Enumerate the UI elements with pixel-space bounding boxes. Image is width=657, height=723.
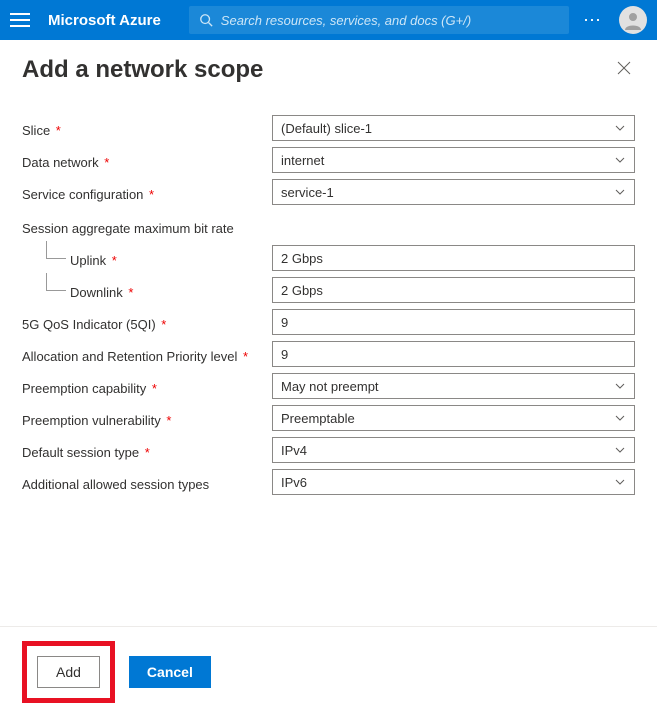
- chevron-down-icon: [614, 412, 626, 424]
- qos-indicator-label: 5G QoS Indicator (5QI) *: [22, 313, 272, 332]
- arp-level-label: Allocation and Retention Priority level …: [22, 345, 272, 364]
- uplink-label: Uplink *: [22, 249, 272, 268]
- preemption-capability-select[interactable]: May not preempt: [272, 373, 635, 399]
- default-session-type-select[interactable]: IPv4: [272, 437, 635, 463]
- brand-label[interactable]: Microsoft Azure: [48, 12, 161, 29]
- chevron-down-icon: [614, 122, 626, 134]
- chevron-down-icon: [614, 154, 626, 166]
- downlink-label: Downlink *: [22, 281, 272, 300]
- more-menu-icon[interactable]: ⋯: [583, 10, 603, 31]
- preemption-vulnerability-label: Preemption vulnerability *: [22, 409, 272, 428]
- user-icon: [623, 10, 643, 30]
- data-network-label: Data network *: [22, 151, 272, 170]
- service-configuration-select[interactable]: service-1: [272, 179, 635, 205]
- search-icon: [199, 13, 213, 27]
- chevron-down-icon: [614, 476, 626, 488]
- service-configuration-label: Service configuration *: [22, 183, 272, 202]
- chevron-down-icon: [614, 186, 626, 198]
- network-scope-form: Slice * (Default) slice-1 Data network *…: [22, 114, 635, 496]
- footer-actions: Add Cancel: [0, 626, 657, 723]
- preemption-capability-label: Preemption capability *: [22, 377, 272, 396]
- slice-label: Slice *: [22, 119, 272, 138]
- arp-level-input[interactable]: 9: [272, 341, 635, 367]
- uplink-input[interactable]: 2 Gbps: [272, 245, 635, 271]
- chevron-down-icon: [614, 444, 626, 456]
- preemption-vulnerability-select[interactable]: Preemptable: [272, 405, 635, 431]
- search-input[interactable]: [221, 13, 559, 28]
- topbar: Microsoft Azure ⋯: [0, 0, 657, 40]
- avatar[interactable]: [619, 6, 647, 34]
- session-aggregate-label: Session aggregate maximum bit rate: [22, 217, 635, 236]
- add-button[interactable]: Add: [37, 656, 100, 688]
- qos-indicator-input[interactable]: 9: [272, 309, 635, 335]
- additional-session-types-select[interactable]: IPv6: [272, 469, 635, 495]
- data-network-select[interactable]: internet: [272, 147, 635, 173]
- chevron-down-icon: [614, 380, 626, 392]
- hamburger-menu-icon[interactable]: [10, 13, 30, 27]
- cancel-button[interactable]: Cancel: [129, 656, 211, 688]
- close-icon: [617, 61, 631, 75]
- global-search[interactable]: [189, 6, 569, 34]
- default-session-type-label: Default session type *: [22, 441, 272, 460]
- add-button-highlight: Add: [22, 641, 115, 703]
- page-title: Add a network scope: [22, 56, 263, 84]
- close-button[interactable]: [613, 57, 635, 84]
- downlink-input[interactable]: 2 Gbps: [272, 277, 635, 303]
- additional-session-types-label: Additional allowed session types: [22, 473, 272, 492]
- slice-select[interactable]: (Default) slice-1: [272, 115, 635, 141]
